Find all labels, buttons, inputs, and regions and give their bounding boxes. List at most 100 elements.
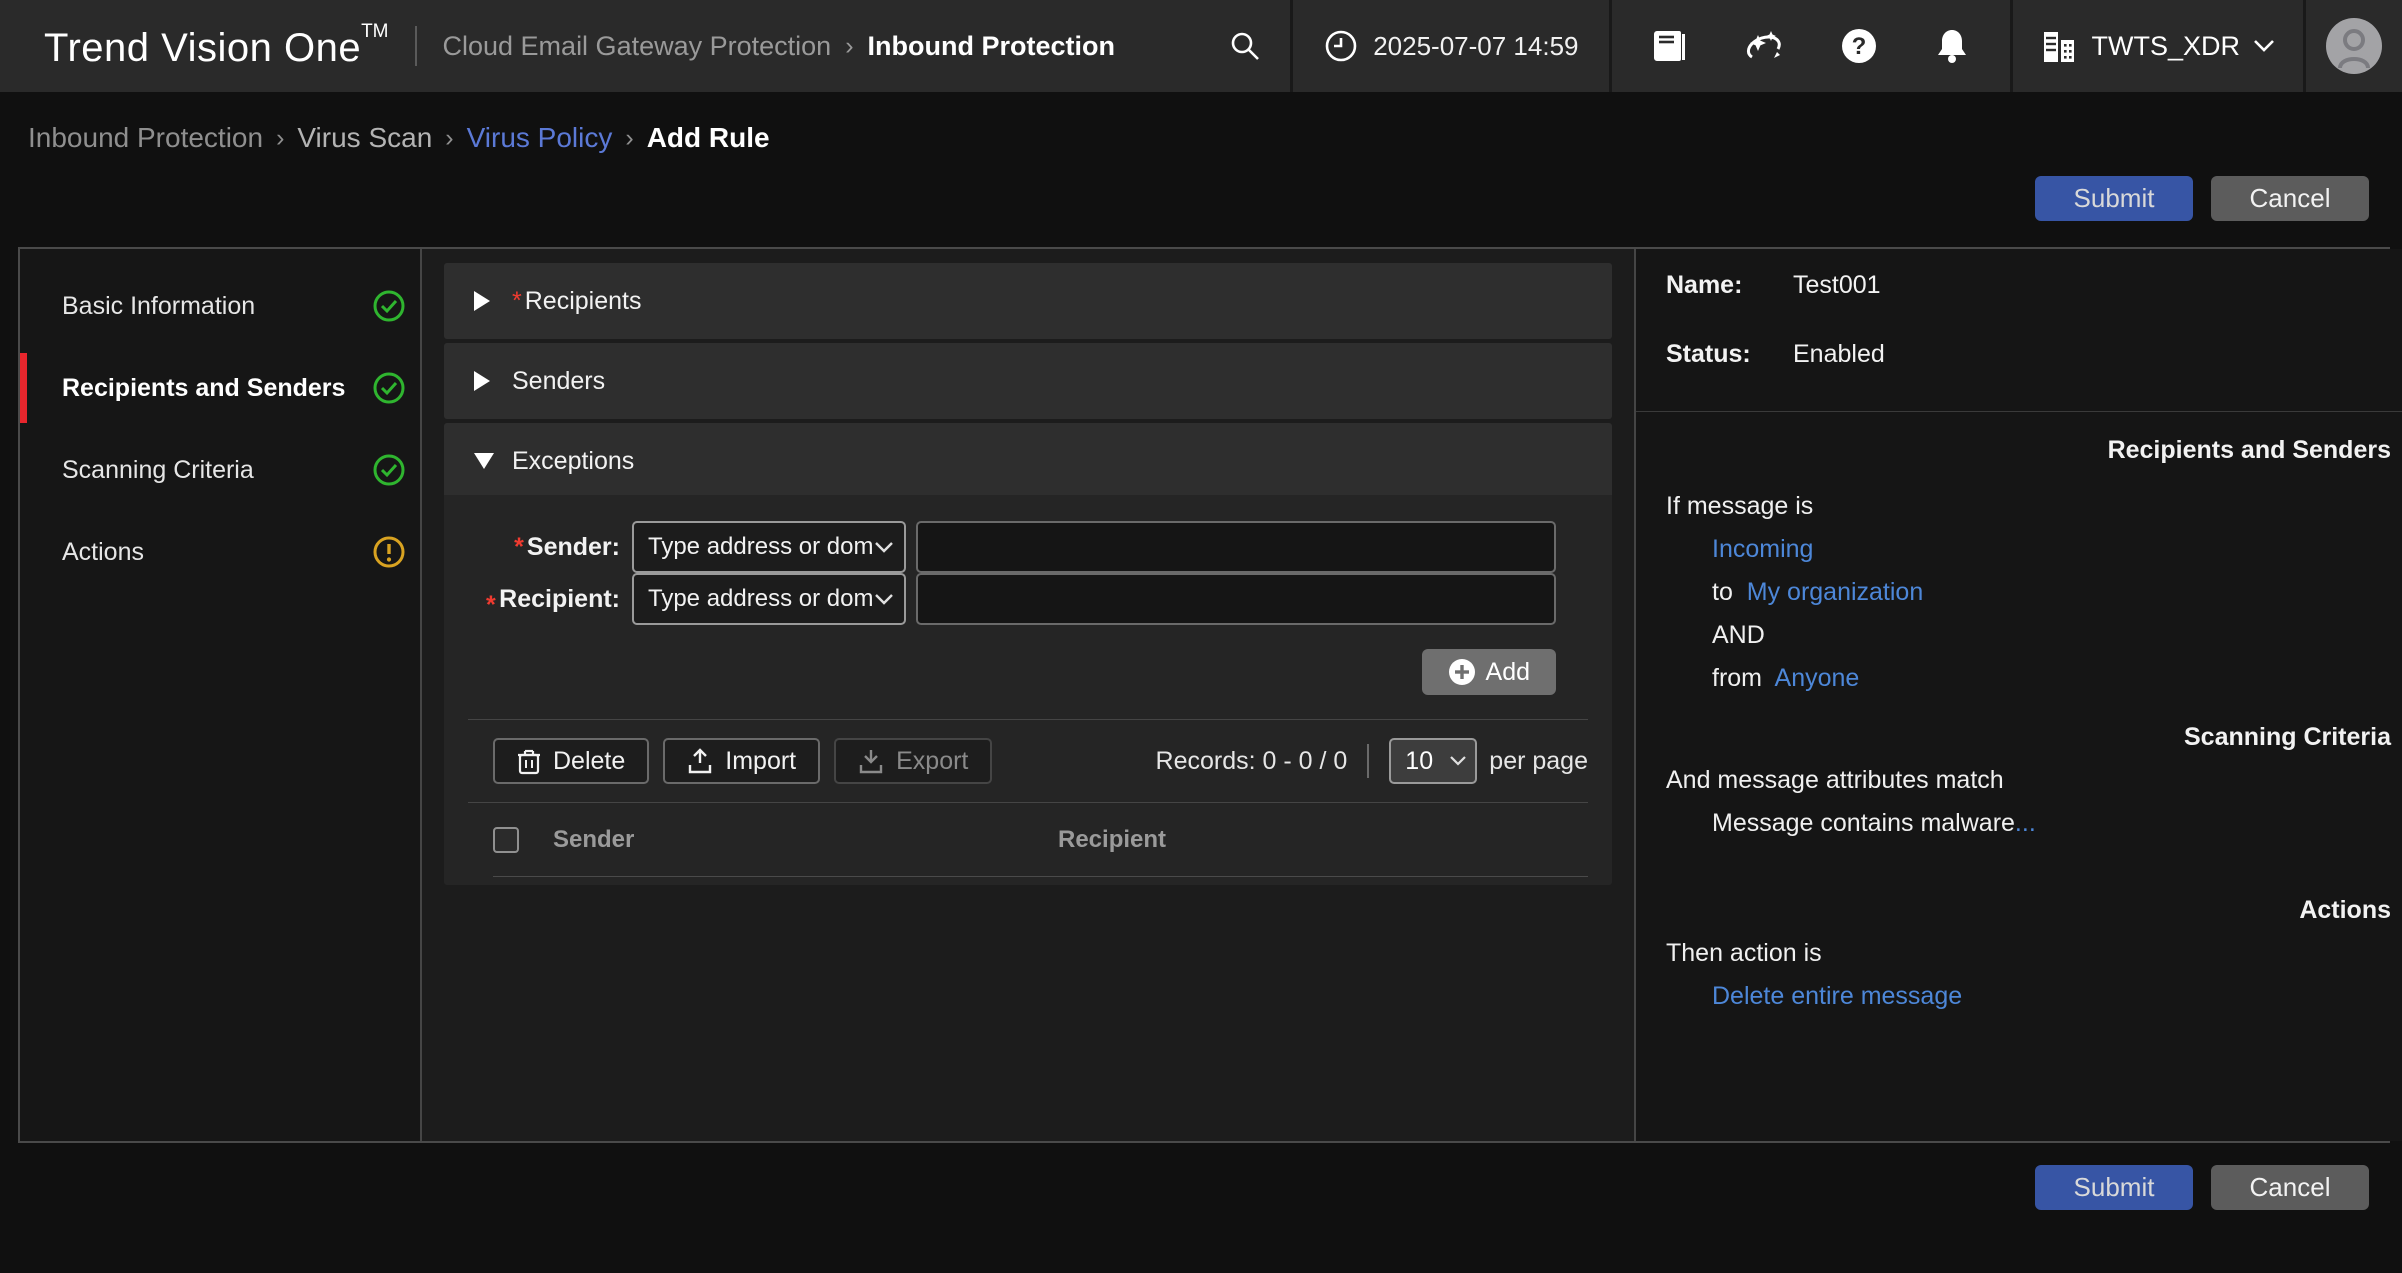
svg-text:?: ? — [1851, 33, 1866, 60]
breadcrumb-separator: › — [276, 124, 284, 153]
product-logo[interactable]: Trend Vision OneTM — [44, 21, 389, 71]
export-button[interactable]: Export — [834, 738, 992, 784]
caret-down-icon — [474, 453, 494, 469]
sidebar-item-actions[interactable]: Actions — [20, 511, 420, 593]
top-actions-row: Submit Cancel — [0, 176, 2402, 221]
chevron-down-icon — [1449, 755, 1467, 767]
exceptions-body: *Sender: Type address or domain * Recipi… — [444, 495, 1612, 885]
my-organization-link[interactable]: My organization — [1747, 578, 1923, 606]
name-label: Name: — [1666, 271, 1793, 300]
sidebar-item-basic-information[interactable]: Basic Information — [20, 265, 420, 347]
status-complete-icon — [372, 453, 406, 487]
submit-button[interactable]: Submit — [2035, 176, 2193, 221]
caret-right-icon — [474, 291, 490, 311]
rule-edit-panel: * Recipients Senders Exceptions *Sender:… — [420, 249, 1636, 1141]
rule-name-row: Name: Test001 — [1666, 271, 2391, 300]
import-button-label: Import — [725, 747, 796, 776]
datetime-text: 2025-07-07 14:59 — [1373, 31, 1578, 62]
caret-right-icon — [474, 371, 490, 391]
trademark-symbol: TM — [361, 21, 388, 42]
cancel-button[interactable]: Cancel — [2211, 1165, 2369, 1210]
summary-heading-actions: Actions — [1666, 896, 2391, 925]
summary-heading-recipients: Recipients and Senders — [1666, 436, 2391, 465]
release-notes-icon[interactable] — [1652, 27, 1688, 65]
status-complete-icon — [372, 371, 406, 405]
name-value: Test001 — [1793, 271, 1881, 300]
accordion-exceptions[interactable]: Exceptions — [444, 423, 1612, 499]
exceptions-form: *Sender: Type address or domain * Recipi… — [444, 495, 1612, 625]
top-bar: Trend Vision OneTM Cloud Email Gateway P… — [0, 0, 2402, 92]
bottom-actions-row: Submit Cancel — [0, 1165, 2402, 1210]
breadcrumb-item-virus-scan: Virus Scan — [297, 122, 432, 154]
column-header-recipient: Recipient — [1058, 826, 1166, 854]
user-avatar[interactable] — [2326, 18, 2382, 74]
status-complete-icon — [372, 289, 406, 323]
delete-button-label: Delete — [553, 747, 625, 776]
datetime-selector[interactable]: 2025-07-07 14:59 — [1293, 0, 1608, 92]
clock-icon — [1323, 28, 1359, 64]
sender-type-select[interactable]: Type address or domain — [632, 521, 906, 573]
download-icon — [858, 747, 884, 775]
breadcrumb-link-virus-policy[interactable]: Virus Policy — [467, 122, 613, 154]
add-button-label: Add — [1486, 658, 1530, 687]
breadcrumb: Inbound Protection › Virus Scan › Virus … — [28, 122, 2402, 154]
recipient-type-select[interactable]: Type address or domain — [632, 573, 906, 625]
notifications-bell-icon[interactable] — [1934, 27, 1970, 65]
whats-new-sparkles-icon[interactable] — [1744, 27, 1784, 65]
wizard-sidebar: Basic Information Recipients and Senders… — [20, 249, 420, 1141]
criteria-text: Message contains malware — [1712, 809, 2015, 837]
add-button[interactable]: Add — [1422, 649, 1556, 695]
divider — [1636, 411, 2402, 412]
sidebar-item-label: Basic Information — [62, 292, 372, 321]
rule-summary-panel: Name: Test001 Status: Enabled Recipients… — [1636, 249, 2402, 1141]
topbar-divider — [415, 26, 417, 66]
accordion-senders[interactable]: Senders — [444, 343, 1612, 419]
chevron-down-icon — [2253, 39, 2275, 53]
status-value: Enabled — [1793, 340, 1885, 369]
topbar-app-name: Cloud Email Gateway Protection — [443, 31, 832, 62]
cancel-button[interactable]: Cancel — [2211, 176, 2369, 221]
column-header-sender: Sender — [553, 826, 1058, 854]
help-icon[interactable]: ? — [1840, 27, 1878, 65]
import-button[interactable]: Import — [663, 738, 820, 784]
chevron-down-icon — [874, 541, 894, 554]
sidebar-item-recipients-and-senders[interactable]: Recipients and Senders — [20, 347, 420, 429]
to-text: to — [1712, 578, 1733, 606]
incoming-link[interactable]: Incoming — [1712, 535, 1813, 563]
plus-circle-icon — [1448, 658, 1476, 686]
recipient-address-input[interactable] — [916, 573, 1556, 625]
topbar-section-name: Inbound Protection — [868, 31, 1115, 62]
delete-button[interactable]: Delete — [493, 738, 649, 784]
and-text: AND — [1666, 620, 2391, 650]
sender-address-input[interactable] — [916, 521, 1556, 573]
accordion-title: Senders — [512, 367, 605, 396]
delete-entire-message-link[interactable]: Delete entire message — [1712, 982, 1962, 1010]
anyone-link[interactable]: Anyone — [1775, 664, 1860, 692]
status-warning-icon — [372, 535, 406, 569]
upload-icon — [687, 747, 713, 775]
breadcrumb-current-add-rule: Add Rule — [647, 122, 770, 154]
page-size-select[interactable]: 10 — [1389, 738, 1477, 784]
records-count: Records: 0 - 0 / 0 — [1156, 747, 1348, 776]
submit-button[interactable]: Submit — [2035, 1165, 2193, 1210]
sidebar-item-scanning-criteria[interactable]: Scanning Criteria — [20, 429, 420, 511]
select-all-checkbox[interactable] — [493, 827, 519, 853]
sidebar-item-label: Recipients and Senders — [62, 374, 372, 403]
add-rule-panel: Basic Information Recipients and Senders… — [18, 247, 2390, 1143]
rule-status-row: Status: Enabled — [1666, 340, 2391, 369]
summary-attributes-match: And message attributes match — [1666, 765, 2391, 795]
breadcrumb-separator: › — [625, 124, 633, 153]
criteria-more-link[interactable]: ... — [2015, 809, 2036, 837]
sender-label: *Sender: — [462, 533, 620, 562]
breadcrumb-separator: › — [445, 124, 453, 153]
topbar-breadcrumb: Cloud Email Gateway Protection › Inbound… — [443, 31, 1116, 62]
select-value: Type address or domain — [648, 585, 874, 613]
search-icon[interactable] — [1228, 29, 1290, 63]
tenant-selector[interactable]: TWTS_XDR — [2013, 0, 2304, 92]
sender-row: *Sender: Type address or domain — [462, 521, 1556, 573]
required-marker: * — [486, 591, 496, 620]
chevron-down-icon — [874, 593, 894, 606]
accordion-recipients[interactable]: * Recipients — [444, 263, 1612, 339]
summary-if-message-is: If message is — [1666, 491, 2391, 521]
divider — [1367, 744, 1369, 778]
